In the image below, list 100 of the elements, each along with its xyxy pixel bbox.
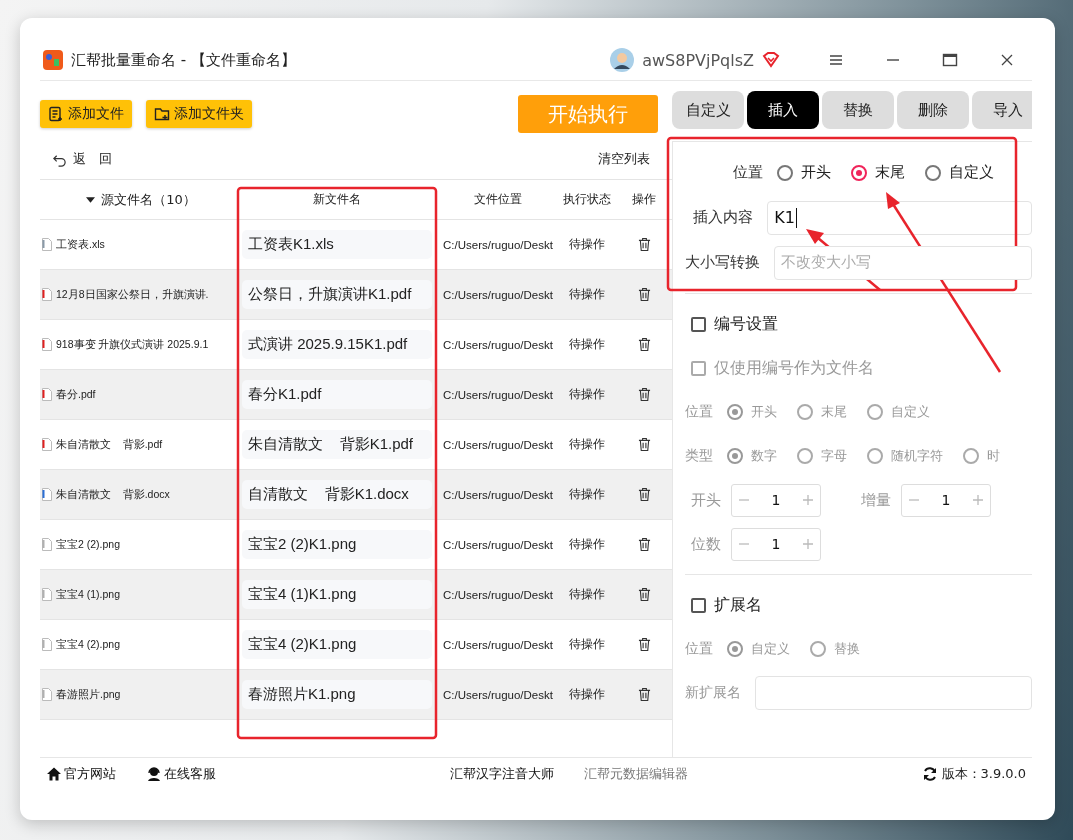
table-cell: C:/Users/ruguo/Deskt (443, 288, 553, 301)
table-row[interactable]: 春分.pdf 春分K1.pdf C:/Users/ruguo/Deskt 待操作 (40, 370, 672, 420)
new-name-field[interactable]: 公祭日，升旗演讲K1.pdf (242, 280, 432, 309)
file-add-icon (48, 106, 64, 122)
table-cell: C:/Users/ruguo/Deskt (443, 388, 553, 401)
app-logo-icon (43, 50, 63, 70)
file-icon (42, 238, 52, 251)
trash-icon[interactable] (637, 287, 651, 302)
trash-icon[interactable] (637, 387, 651, 402)
table-row[interactable]: 12月8日国家公祭日，升旗演讲. 公祭日，升旗演讲K1.pdf C:/Users/ruguo/Deskt 待操作 (40, 270, 672, 320)
menu-icon[interactable] (828, 52, 844, 68)
website-link[interactable]: 官方网站 (46, 765, 116, 783)
headset-icon (146, 766, 162, 782)
avatar-icon[interactable] (610, 48, 635, 72)
add-folder-button[interactable]: 添加文件夹 (146, 100, 252, 128)
radio-option[interactable]: 末尾 (851, 163, 905, 182)
trash-icon[interactable] (637, 687, 651, 702)
status-cell: 待操作 (569, 386, 605, 403)
back-button[interactable]: 返 回 (52, 150, 112, 168)
file-icon (42, 538, 52, 551)
table-row[interactable]: 宝宝2 (2).png 宝宝2 (2)K1.png C:/Users/ruguo/Deskt 待操作 (40, 520, 672, 570)
table-cell: 918事变 升旗仪式演讲 2025.9.1 (56, 337, 209, 352)
clear-list-button[interactable]: 清空列表 (598, 150, 650, 168)
table-cell: C:/Users/ruguo/Deskt (443, 538, 553, 551)
trash-icon[interactable] (637, 487, 651, 502)
checkbox-option[interactable]: 扩展名 (685, 594, 762, 616)
new-name-field[interactable]: 宝宝2 (2)K1.png (242, 530, 432, 559)
tab[interactable]: 自定义 (672, 91, 744, 129)
field-label: 开头 (690, 490, 721, 510)
window-title: 汇帮批量重命名 - 【文件重命名】 (71, 50, 296, 70)
table-row[interactable]: 宝宝4 (2).png 宝宝4 (2)K1.png C:/Users/ruguo/Deskt 待操作 (40, 620, 672, 670)
table-cell: C:/Users/ruguo/Deskt (443, 488, 553, 501)
column-header[interactable]: 源文件名（10） (86, 190, 196, 209)
status-cell: 待操作 (569, 336, 605, 353)
new-name-field[interactable]: 自清散文 背影K1.docx (242, 480, 432, 509)
table-row[interactable]: 工资表.xls 工资表K1.xls C:/Users/ruguo/Deskt 待操作 (40, 220, 672, 270)
file-icon (42, 288, 52, 301)
trash-icon[interactable] (637, 537, 651, 552)
table-row[interactable]: 宝宝4 (1).png 宝宝4 (1)K1.png C:/Users/ruguo/Deskt 待操作 (40, 570, 672, 620)
field-label: 类型 (685, 447, 713, 465)
new-name-field[interactable]: 宝宝4 (1)K1.png (242, 580, 432, 609)
new-name-field[interactable]: 春分K1.pdf (242, 380, 432, 409)
file-icon (42, 488, 52, 501)
new-name-field[interactable]: 式演讲 2025.9.15K1.pdf (242, 330, 432, 359)
column-header: 新文件名 (313, 191, 361, 208)
table-cell: C:/Users/ruguo/Deskt (443, 638, 553, 651)
refresh-icon[interactable] (921, 766, 938, 782)
tab[interactable]: 导入 (972, 91, 1032, 129)
trash-icon[interactable] (637, 587, 651, 602)
app-link[interactable]: 汇帮汉字注音大师 (449, 765, 554, 783)
status-cell: 待操作 (569, 536, 605, 553)
file-icon (42, 638, 52, 651)
tab[interactable]: 删除 (897, 91, 969, 129)
trash-icon[interactable] (637, 637, 651, 652)
caret-icon (86, 196, 96, 203)
maximize-icon[interactable] (942, 52, 958, 68)
file-icon (42, 388, 52, 401)
tab[interactable]: 插入 (747, 91, 819, 129)
new-name-field[interactable]: 春游照片K1.png (242, 680, 432, 709)
home-icon (46, 766, 62, 782)
folder-add-icon (154, 106, 170, 122)
table-cell: C:/Users/ruguo/Deskt (443, 338, 553, 351)
app-link[interactable]: 汇帮元数据编辑器 (583, 765, 688, 783)
table-cell: 朱自清散文 背影.docx (56, 487, 170, 502)
close-icon[interactable] (999, 52, 1015, 68)
trash-icon[interactable] (637, 237, 651, 252)
table-cell: 工资表.xls (56, 237, 105, 252)
table-cell: C:/Users/ruguo/Deskt (443, 438, 553, 451)
field-label: 位数 (690, 534, 721, 554)
table-cell: 宝宝4 (2).png (56, 637, 121, 652)
checkbox-option[interactable]: 编号设置 (685, 313, 778, 335)
status-cell: 待操作 (569, 436, 605, 453)
table-cell: C:/Users/ruguo/Deskt (443, 688, 553, 701)
trash-icon[interactable] (637, 337, 651, 352)
field-label: 位置 (732, 163, 763, 182)
table-cell: 朱自清散文 背影.pdf (56, 437, 163, 452)
tab[interactable]: 替换 (822, 91, 894, 129)
add-file-button[interactable]: 添加文件 (40, 100, 132, 128)
new-name-field[interactable]: 工资表K1.xls (242, 230, 432, 259)
table-row[interactable]: 春游照片.png 春游照片K1.png C:/Users/ruguo/Deskt 待操作 (40, 670, 672, 720)
new-name-field[interactable]: 宝宝4 (2)K1.png (242, 630, 432, 659)
table-row[interactable]: 朱自清散文 背影.docx 自清散文 背影K1.docx C:/Users/ruguo/Deskt 待操作 (40, 470, 672, 520)
status-cell: 待操作 (569, 636, 605, 653)
field-label: 插入内容 (692, 208, 754, 227)
column-header: 执行状态 (563, 191, 611, 208)
radio-option[interactable]: 自定义 (925, 163, 994, 182)
support-link[interactable]: 在线客服 (146, 765, 216, 783)
heart-icon (762, 52, 780, 68)
field-label: 增量 (860, 490, 891, 510)
trash-icon[interactable] (637, 437, 651, 452)
new-name-field[interactable]: 朱自清散文 背影K1.pdf (242, 430, 432, 459)
status-cell: 待操作 (569, 236, 605, 253)
status-cell: 待操作 (569, 686, 605, 703)
file-icon (42, 338, 52, 351)
file-icon (42, 688, 52, 701)
status-cell: 待操作 (569, 486, 605, 503)
file-icon (42, 588, 52, 601)
input-field[interactable]: K1 (767, 200, 1032, 235)
radio-option[interactable]: 开头 (777, 163, 831, 182)
field-label: 新扩展名 (685, 684, 741, 702)
